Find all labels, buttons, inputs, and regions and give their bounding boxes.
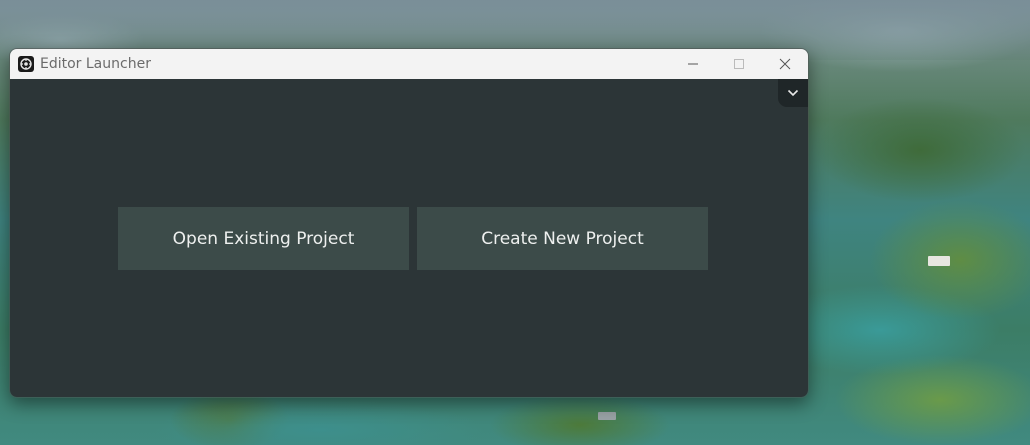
maximize-icon <box>734 59 744 69</box>
editor-logo-icon <box>18 56 34 72</box>
wallpaper-house <box>928 256 950 266</box>
maximize-button[interactable] <box>716 49 762 79</box>
title-bar[interactable]: Editor Launcher <box>10 49 808 79</box>
close-button[interactable] <box>762 49 808 79</box>
editor-launcher-window: Editor Launcher Open Existing Project Cr… <box>9 48 809 398</box>
wallpaper-house <box>598 412 616 420</box>
create-new-project-button[interactable]: Create New Project <box>417 207 708 270</box>
launcher-content: Open Existing Project Create New Project <box>10 79 808 397</box>
menu-toggle-button[interactable] <box>778 79 808 107</box>
window-controls <box>670 49 808 79</box>
close-icon <box>779 58 791 70</box>
chevron-down-icon <box>787 89 799 97</box>
minimize-button[interactable] <box>670 49 716 79</box>
window-title: Editor Launcher <box>40 56 151 72</box>
open-existing-project-button[interactable]: Open Existing Project <box>118 207 409 270</box>
minimize-icon <box>688 63 698 65</box>
